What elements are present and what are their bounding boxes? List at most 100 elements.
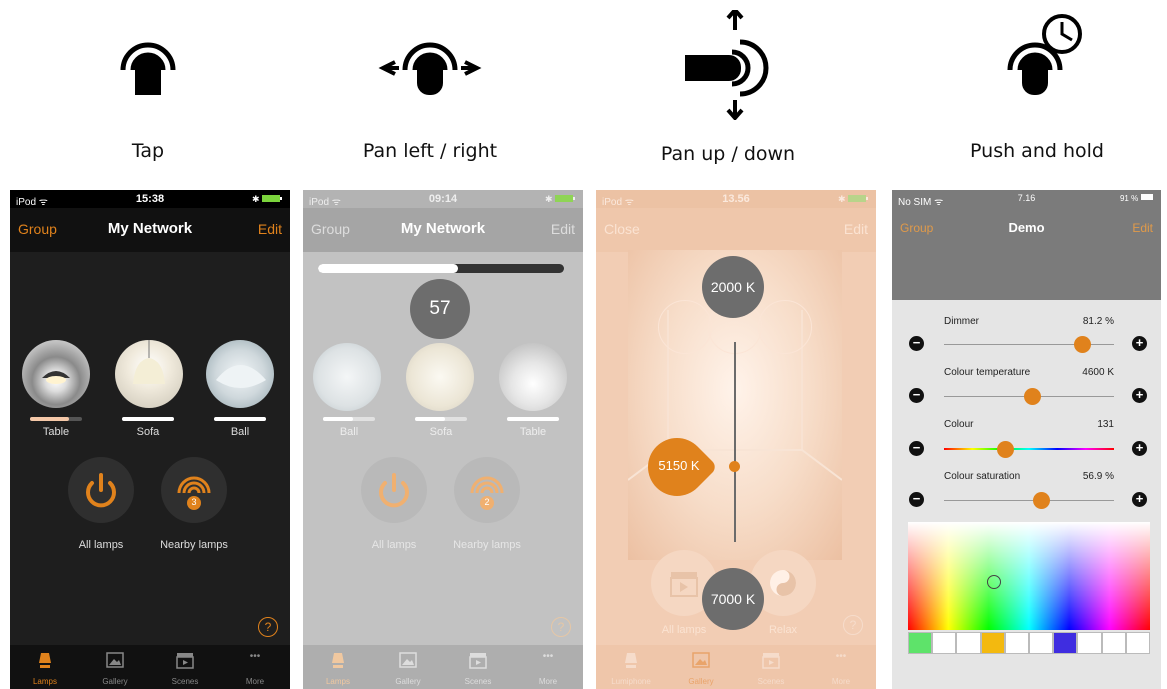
lamp-table-image[interactable] xyxy=(499,343,567,411)
tab-lamps[interactable]: Lamps xyxy=(10,645,80,689)
colour-swatch-row xyxy=(908,632,1150,654)
battery-percent: 91 % xyxy=(1119,194,1139,203)
tab-scenes[interactable]: Scenes xyxy=(443,645,513,689)
colour-saturation-slider-knob[interactable] xyxy=(1032,492,1050,509)
tab-gallery[interactable]: Gallery xyxy=(373,645,443,689)
battery-icon: ✱ xyxy=(545,193,577,206)
help-button[interactable]: ? xyxy=(551,617,571,637)
tab-scenes[interactable]: Scenes xyxy=(150,645,220,689)
tab-more[interactable]: ••• More xyxy=(513,645,583,689)
tab-scenes[interactable]: Scenes xyxy=(736,645,806,689)
nearby-count-badge: 2 xyxy=(484,497,490,507)
colour-picker[interactable] xyxy=(908,522,1150,630)
colour-saturation-increase-button[interactable]: + xyxy=(1132,492,1147,507)
colour-saturation-slider-track[interactable] xyxy=(944,500,1114,501)
help-button[interactable]: ? xyxy=(258,617,278,637)
lamp-table-image[interactable] xyxy=(22,340,90,408)
colour-picker-cursor[interactable] xyxy=(987,575,1001,589)
svg-text:✱: ✱ xyxy=(252,194,260,203)
all-lamps-button[interactable] xyxy=(361,457,427,523)
colour-swatch[interactable] xyxy=(1125,632,1150,654)
close-button[interactable]: Close xyxy=(604,221,640,237)
tab-more[interactable]: ••• More xyxy=(806,645,876,689)
tab-gallery[interactable]: Gallery xyxy=(80,645,150,689)
colour-swatch[interactable] xyxy=(1004,632,1029,654)
status-bar: iPod ᯤ 15:38 ✱ xyxy=(10,190,290,208)
push-and-hold-label: Push and hold xyxy=(970,140,1104,162)
status-time: 15:38 xyxy=(135,193,165,205)
colour-slider-knob[interactable] xyxy=(997,441,1015,458)
lamp-sofa-image[interactable] xyxy=(115,340,183,408)
colour-decrease-button[interactable]: − xyxy=(909,441,924,456)
lamp-ball-image[interactable] xyxy=(313,343,381,411)
lamp-sofa-label: Sofa xyxy=(136,426,160,438)
lamp-ball-label: Ball xyxy=(230,426,250,438)
colour-swatch[interactable] xyxy=(1101,632,1126,654)
tab-gallery-label: Gallery xyxy=(688,677,714,686)
nearby-lamps-button[interactable]: 3 xyxy=(161,457,227,523)
lamp-ball-level xyxy=(323,417,353,421)
nearby-lamps-button[interactable]: 2 xyxy=(454,457,520,523)
scenes-icon xyxy=(176,651,194,669)
dimmer-decrease-button[interactable]: − xyxy=(909,336,924,351)
nav-bar: Close Edit xyxy=(596,208,876,252)
help-button[interactable]: ? xyxy=(843,615,863,635)
scenes-icon xyxy=(762,651,780,669)
nav-bar: Group My Network Edit xyxy=(303,208,583,252)
status-time: 09:14 xyxy=(428,193,458,205)
colour-temperature-label: Colour temperature xyxy=(944,367,1031,378)
tab-lumiphone-label: Lumiphone xyxy=(611,677,651,686)
colour-increase-button[interactable]: + xyxy=(1132,441,1147,456)
edit-button[interactable]: Edit xyxy=(1132,221,1153,235)
colour-swatch[interactable] xyxy=(980,632,1005,654)
colour-swatch[interactable] xyxy=(956,632,981,654)
tab-bar: Lamps Gallery Scenes ••• More xyxy=(10,645,290,689)
tab-gallery[interactable]: Gallery xyxy=(666,645,736,689)
status-bar: iPod ᯤ 09:14 ✱ xyxy=(303,190,583,208)
nav-bar: Group My Network Edit xyxy=(10,208,290,252)
colour-swatch[interactable] xyxy=(932,632,957,654)
colour-temperature-increase-button[interactable]: + xyxy=(1132,388,1147,403)
svg-text:✱: ✱ xyxy=(838,194,846,203)
more-icon: ••• xyxy=(835,651,847,662)
temperature-slider-track[interactable] xyxy=(734,342,736,542)
colour-temperature-slider-knob[interactable] xyxy=(1024,388,1042,405)
lamp-ball-image[interactable] xyxy=(206,340,274,408)
tab-lamps[interactable]: Lamps xyxy=(303,645,373,689)
colour-swatch[interactable] xyxy=(1029,632,1054,654)
all-lamps-button[interactable] xyxy=(68,457,134,523)
colour-saturation-decrease-button[interactable]: − xyxy=(909,492,924,507)
tab-lamps-label: Lamps xyxy=(32,677,57,686)
value-bubble: 57 xyxy=(410,279,470,339)
tab-more[interactable]: ••• More xyxy=(220,645,290,689)
slider-knob[interactable] xyxy=(729,461,740,472)
dimmer-increase-button[interactable]: + xyxy=(1132,336,1147,351)
lamp-sofa-image[interactable] xyxy=(406,343,474,411)
edit-button[interactable]: Edit xyxy=(551,221,575,237)
power-icon xyxy=(86,473,116,508)
dimmer-value: 81.2 % xyxy=(1082,316,1114,327)
colour-swatch[interactable] xyxy=(908,632,933,654)
lamp-icon xyxy=(36,651,54,669)
header-panel xyxy=(892,252,1161,300)
min-temperature-bubble: 7000 K xyxy=(702,568,764,630)
tab-lumiphone[interactable]: Lumiphone xyxy=(596,645,666,689)
more-icon: ••• xyxy=(542,651,554,662)
lamp-table-label: Table xyxy=(519,426,547,438)
svg-text:✱: ✱ xyxy=(545,194,553,203)
more-icon: ••• xyxy=(249,651,261,662)
colour-slider-track[interactable] xyxy=(944,448,1114,450)
colour-temperature-decrease-button[interactable]: − xyxy=(909,388,924,403)
dimmer-slider-knob[interactable] xyxy=(1074,336,1092,353)
edit-button[interactable]: Edit xyxy=(258,221,282,237)
colour-swatch[interactable] xyxy=(1053,632,1078,654)
current-temperature-text: 5150 K xyxy=(658,458,700,473)
colour-swatch[interactable] xyxy=(1077,632,1102,654)
page-title: My Network xyxy=(400,220,486,237)
edit-button[interactable]: Edit xyxy=(844,221,868,237)
nearby-count-badge: 3 xyxy=(191,497,197,507)
battery-icon: ✱ xyxy=(838,193,870,206)
tab-scenes-label: Scenes xyxy=(464,677,492,686)
relax-label: Relax xyxy=(768,624,798,636)
all-lamps-label: All lamps xyxy=(661,624,707,636)
